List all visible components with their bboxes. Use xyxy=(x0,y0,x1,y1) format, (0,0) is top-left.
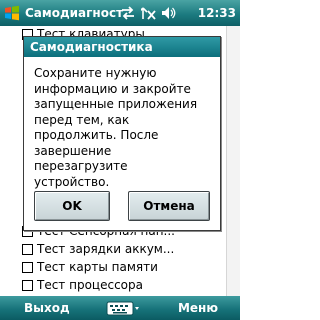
dialog-title: Самодиагностика xyxy=(30,40,153,54)
exit-softkey[interactable]: Выход xyxy=(24,301,70,315)
checkbox[interactable] xyxy=(22,280,33,291)
clock[interactable]: 12:33 xyxy=(198,6,236,20)
list-item-label: Тест процессора xyxy=(37,278,143,292)
volume-icon[interactable] xyxy=(161,5,177,21)
signal-off-icon[interactable] xyxy=(141,5,157,21)
scrollbar[interactable] xyxy=(226,26,240,296)
dialog-message: Сохраните нужную информацию и закройте з… xyxy=(34,66,198,189)
menu-softkey[interactable]: Меню xyxy=(178,301,218,315)
softkey-bar: Выход Меню xyxy=(0,296,240,320)
dialog-title-bar: Самодиагностика xyxy=(24,37,220,57)
keyboard-icon[interactable] xyxy=(97,297,143,319)
list-item-label: Тест карты памяти xyxy=(37,260,158,274)
checkbox[interactable] xyxy=(22,262,33,273)
connectivity-icon[interactable] xyxy=(120,5,136,21)
app-title: Самодиагност xyxy=(25,6,124,20)
list-item-label: Тест зарядки аккум... xyxy=(37,242,175,256)
ok-button[interactable]: OK xyxy=(34,191,110,221)
cancel-button[interactable]: Отмена xyxy=(128,191,210,221)
confirm-dialog: Самодиагностика Сохраните нужную информа… xyxy=(23,36,221,231)
checkbox[interactable] xyxy=(22,244,33,255)
windows-start-icon[interactable] xyxy=(3,4,21,22)
screen: Самодиагност 12:33 Тест клавиатуры Тест … xyxy=(0,0,240,320)
title-bar: Самодиагност 12:33 xyxy=(0,0,240,26)
